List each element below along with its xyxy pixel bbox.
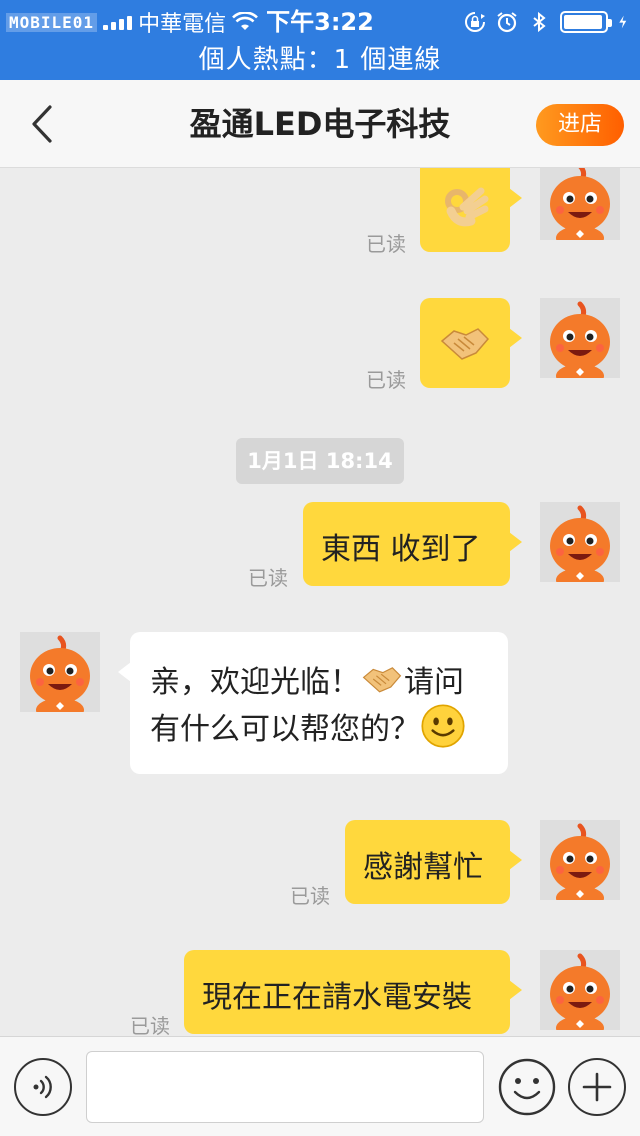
read-status: 已读	[366, 368, 406, 392]
plus-icon	[582, 1072, 612, 1102]
rotation-lock-icon	[465, 12, 485, 32]
message-bubble[interactable]: 東西 收到了	[303, 502, 522, 586]
handshake-icon	[420, 298, 510, 388]
message-text: 有什么可以帮您的？	[150, 712, 420, 747]
input-bar	[0, 1036, 640, 1136]
seller-message-bubble[interactable]: 亲，欢迎光临！ 请问 有什么可以帮您的？	[118, 632, 508, 774]
voice-button[interactable]	[14, 1058, 72, 1116]
battery-icon	[560, 11, 612, 33]
charging-icon	[619, 15, 627, 29]
status-bar: MOBILE01 中華電信 下午3:22 個人熱點：1 個連線	[0, 0, 640, 80]
hotspot-banner[interactable]: 個人熱點：1 個連線	[0, 40, 640, 80]
nav-bar: 盈通LED电子科技 进店	[0, 80, 640, 168]
battery-fill	[564, 15, 602, 29]
message-bubble[interactable]: 感謝幫忙	[345, 820, 522, 904]
read-status: 已读	[366, 232, 406, 256]
message-bubble[interactable]: 現在正在請水電安裝	[184, 950, 522, 1034]
my-avatar[interactable]	[540, 168, 620, 240]
message-input[interactable]	[86, 1051, 484, 1123]
plus-button[interactable]	[568, 1058, 626, 1116]
ok-hand-icon	[420, 168, 510, 252]
my-avatar[interactable]	[540, 298, 620, 378]
my-avatar[interactable]	[540, 820, 620, 900]
back-button[interactable]	[22, 102, 62, 146]
page-title: 盈通LED电子科技	[189, 105, 451, 143]
message-text: 感謝幫忙	[363, 850, 483, 885]
read-status: 已读	[130, 1014, 170, 1036]
seller-avatar[interactable]	[20, 632, 100, 712]
handshake-icon	[362, 667, 402, 693]
voice-icon	[33, 1075, 52, 1099]
message-text: 現在正在請水電安裝	[202, 980, 472, 1015]
status-right	[464, 4, 632, 40]
alarm-icon	[497, 12, 517, 33]
read-status: 已读	[290, 884, 330, 908]
message-bubble-ok[interactable]	[420, 168, 522, 252]
emoji-icon[interactable]	[498, 1058, 556, 1116]
bluetooth-icon	[533, 11, 546, 33]
read-status: 已读	[248, 566, 288, 590]
my-avatar[interactable]	[540, 950, 620, 1030]
message-text: 東西 收到了	[321, 532, 481, 567]
message-text: 亲，欢迎光临！	[150, 665, 360, 700]
chat-timestamp: 1月1日 18:14	[236, 438, 404, 484]
chat-area[interactable]: 已读 已读 1月1日 18:14 東西 收到了 已读 亲，欢迎光临！ 请问 有什…	[0, 168, 640, 1036]
smile-icon	[421, 704, 465, 748]
chevron-left-icon	[32, 105, 52, 143]
my-avatar[interactable]	[540, 502, 620, 582]
enter-shop-button[interactable]: 进店	[536, 104, 624, 146]
message-text: 请问	[404, 665, 464, 700]
message-bubble-handshake[interactable]	[420, 298, 522, 388]
